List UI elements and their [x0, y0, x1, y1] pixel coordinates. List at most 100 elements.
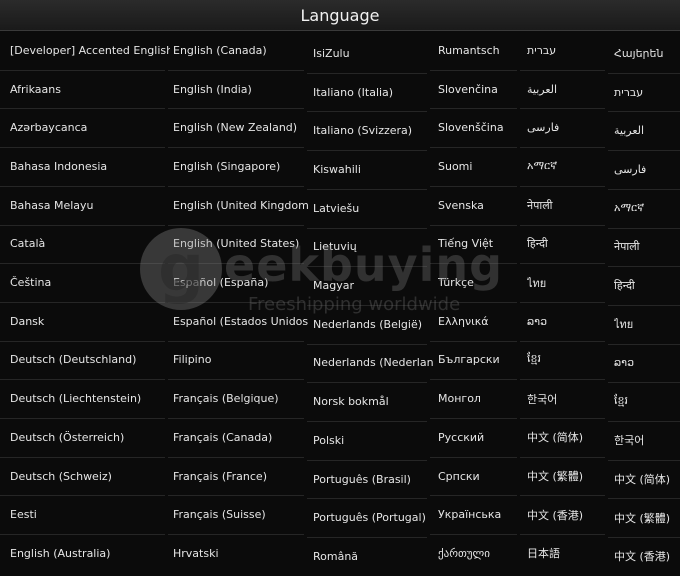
language-option[interactable]: Kiswahili [313, 150, 433, 189]
language-option[interactable]: עברית [614, 73, 680, 112]
language-option[interactable]: ខ្មែរ [527, 341, 611, 380]
language-option[interactable]: Rumantsch [438, 31, 524, 70]
language-option[interactable]: አማርኛ [527, 147, 611, 186]
language-option[interactable]: Français (Canada) [173, 418, 308, 457]
language-option[interactable]: Deutsch (Deutschland) [10, 341, 170, 380]
language-option[interactable]: 한국어 [614, 421, 680, 460]
language-option[interactable]: English (New Zealand) [173, 108, 308, 147]
language-option[interactable]: Български [438, 341, 524, 380]
language-option-label: IsiZulu [313, 46, 350, 60]
language-option[interactable]: Հայերեն [614, 34, 680, 73]
row-divider [430, 69, 517, 71]
language-option[interactable]: 中文 (香港) [614, 537, 680, 576]
language-option[interactable]: Nederlands (Nederland) [313, 344, 433, 383]
language-option[interactable]: Norsk bokmål [313, 382, 433, 421]
language-option[interactable]: 한국어 [527, 379, 611, 418]
language-option[interactable]: العربية [614, 111, 680, 150]
language-option[interactable]: ไทย [614, 305, 680, 344]
row-divider [0, 69, 165, 71]
language-option[interactable]: Italiano (Svizzera) [313, 111, 433, 150]
language-option-label: Lietuvių [313, 240, 357, 254]
language-option[interactable]: Монгол [438, 379, 524, 418]
language-option[interactable]: Español (España) [173, 263, 308, 302]
language-option[interactable]: العربية [527, 70, 611, 109]
language-option[interactable]: Türkçe [438, 263, 524, 302]
row-divider [608, 304, 680, 306]
language-option[interactable]: Eesti [10, 495, 170, 534]
language-option[interactable]: Bahasa Melayu [10, 186, 170, 225]
language-option[interactable]: Magyar [313, 266, 433, 305]
language-option[interactable]: English (Singapore) [173, 147, 308, 186]
language-option[interactable]: Deutsch (Schweiz) [10, 457, 170, 496]
language-option[interactable]: Català [10, 225, 170, 264]
language-option[interactable]: Ελληνικά [438, 302, 524, 341]
row-divider [307, 421, 427, 422]
language-option[interactable]: English (India) [173, 70, 308, 109]
row-divider [307, 111, 427, 113]
language-option[interactable]: Português (Portugal) [313, 498, 433, 537]
language-option-label: Slovenščina [438, 121, 504, 135]
language-option[interactable]: ລາວ [527, 302, 611, 341]
language-option[interactable]: Azərbaycanca [10, 108, 170, 147]
language-option[interactable]: ไทย [527, 263, 611, 302]
language-option[interactable]: English (United Kingdom) [173, 186, 308, 225]
language-option[interactable]: Português (Brasil) [313, 460, 433, 499]
language-option[interactable]: नेपाली [527, 186, 611, 225]
language-option[interactable]: 中文 (简体) [614, 460, 680, 499]
language-option[interactable]: Bahasa Indonesia [10, 147, 170, 186]
row-divider [430, 456, 517, 458]
language-option[interactable]: 中文 (繁體) [527, 457, 611, 496]
language-option[interactable]: हिन्दी [527, 225, 611, 264]
language-option[interactable]: English (United States) [173, 225, 308, 264]
language-option[interactable]: Deutsch (Liechtenstein) [10, 379, 170, 418]
row-divider [168, 263, 304, 265]
language-option[interactable]: Русский [438, 418, 524, 457]
language-option[interactable]: 中文 (简体) [527, 418, 611, 457]
language-option[interactable]: Dansk [10, 302, 170, 341]
row-divider [520, 69, 605, 71]
language-option[interactable]: Filipino [173, 341, 308, 380]
language-option-label: فارسی [614, 162, 647, 176]
language-option[interactable]: 中文 (繁體) [614, 498, 680, 537]
language-option[interactable]: עברית [527, 31, 611, 70]
language-option[interactable]: Afrikaans [10, 70, 170, 109]
language-option[interactable]: Español (Estados Unidos) [173, 302, 308, 341]
language-option[interactable]: Polski [313, 421, 433, 460]
language-option[interactable]: Français (Suisse) [173, 495, 308, 534]
language-option-label: Türkçe [438, 276, 474, 290]
language-option[interactable]: 中文 (香港) [527, 495, 611, 534]
language-option[interactable]: नेपाली [614, 228, 680, 267]
language-option[interactable]: Français (France) [173, 457, 308, 496]
language-option[interactable]: Українська [438, 495, 524, 534]
language-option[interactable]: Français (Belgique) [173, 379, 308, 418]
language-option[interactable]: Suomi [438, 147, 524, 186]
row-divider [608, 111, 680, 113]
language-option-label: Português (Portugal) [313, 511, 426, 525]
language-option[interactable]: Lietuvių [313, 228, 433, 267]
language-option[interactable]: Română [313, 537, 433, 576]
language-option[interactable]: Italiano (Italia) [313, 73, 433, 112]
language-option[interactable]: Svenska [438, 186, 524, 225]
language-option[interactable]: [Developer] Accented English [10, 31, 170, 70]
language-option[interactable]: English (Canada) [173, 31, 308, 70]
language-option[interactable]: Slovenčina [438, 70, 524, 109]
language-option[interactable]: አማርኛ [614, 189, 680, 228]
language-option[interactable]: Latviešu [313, 189, 433, 228]
language-option[interactable]: فارسی [527, 108, 611, 147]
language-option-label: Português (Brasil) [313, 472, 411, 486]
language-option-label: Filipino [173, 353, 212, 367]
language-option-label: Italiano (Svizzera) [313, 124, 413, 138]
language-option[interactable]: IsiZulu [313, 34, 433, 73]
language-option-label: Ελληνικά [438, 314, 489, 328]
language-option[interactable]: Deutsch (Österreich) [10, 418, 170, 457]
language-option[interactable]: हिन्दी [614, 266, 680, 305]
language-option[interactable]: Slovenščina [438, 108, 524, 147]
language-option[interactable]: ລາວ [614, 344, 680, 383]
language-option[interactable]: Čeština [10, 263, 170, 302]
language-option[interactable]: ខ្មែរ [614, 382, 680, 421]
language-option[interactable]: Nederlands (België) [313, 305, 433, 344]
language-option[interactable]: فارسی [614, 150, 680, 189]
language-option[interactable]: Tiếng Việt [438, 225, 524, 264]
row-divider [0, 340, 165, 342]
language-option[interactable]: Српски [438, 457, 524, 496]
